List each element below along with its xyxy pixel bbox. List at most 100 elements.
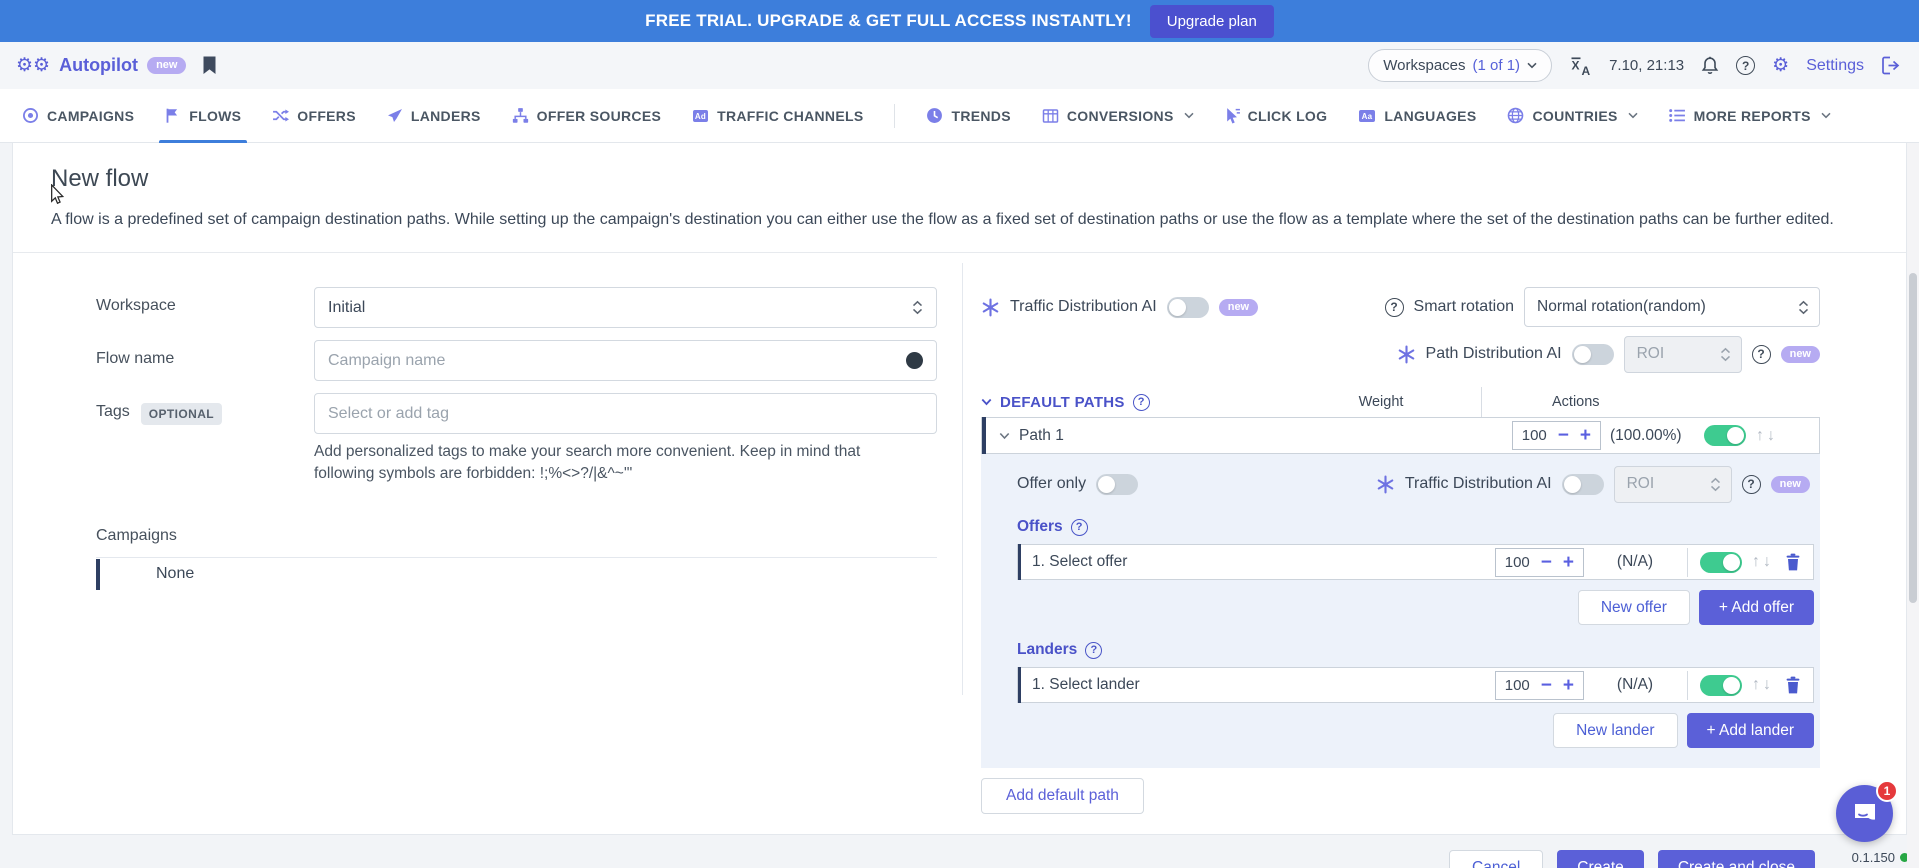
weight-plus-button[interactable]: + <box>1580 426 1591 445</box>
paths-pane: Traffic Distribution AI new ? Smart rota… <box>963 253 1906 834</box>
traffic-ai-help-icon[interactable]: ? <box>1742 475 1761 494</box>
path-traffic-ai-toggle[interactable] <box>1562 474 1604 495</box>
chevron-down-icon <box>1184 112 1194 119</box>
new-badge: new <box>147 57 186 74</box>
move-up-icon[interactable]: ↑ <box>1752 553 1760 571</box>
move-down-icon[interactable]: ↓ <box>1767 427 1775 445</box>
lander-enabled-toggle[interactable] <box>1700 675 1742 696</box>
offer-only-toggle[interactable] <box>1096 474 1138 495</box>
nav-countries[interactable]: COUNTRIES <box>1507 89 1637 142</box>
flows-icon <box>165 107 181 124</box>
offer-enabled-toggle[interactable] <box>1700 552 1742 573</box>
new-offer-button[interactable]: New offer <box>1578 590 1690 625</box>
main-nav: CAMPAIGNS FLOWS OFFERS LANDERS OFFER SOU… <box>0 89 1919 143</box>
delete-offer-icon[interactable] <box>1785 553 1801 571</box>
move-up-icon[interactable]: ↑ <box>1752 676 1760 694</box>
datetime-label: 7.10, 21:13 <box>1609 57 1684 74</box>
cancel-button[interactable]: Cancel <box>1449 850 1543 868</box>
chevron-down-icon <box>1527 62 1537 69</box>
nav-campaigns[interactable]: CAMPAIGNS <box>22 89 134 142</box>
path-distribution-ai-toggle[interactable] <box>1572 344 1614 365</box>
settings-link[interactable]: Settings <box>1806 57 1864 75</box>
flow-color-picker[interactable] <box>906 352 923 369</box>
nav-click-log[interactable]: CLICK LOG <box>1225 89 1328 142</box>
version-label: 0.1.150 <box>1852 850 1909 865</box>
traffic-distribution-ai-label: Traffic Distribution AI <box>1405 475 1552 493</box>
countries-icon <box>1507 107 1524 124</box>
settings-gear-icon[interactable]: ⚙ <box>1772 56 1789 75</box>
smart-rotation-value: Normal rotation(random) <box>1537 298 1706 316</box>
traffic-distribution-ai-toggle[interactable] <box>1167 297 1209 318</box>
path-roi-select[interactable]: ROI <box>1624 336 1742 373</box>
select-chevrons-icon <box>1710 477 1721 492</box>
delete-lander-icon[interactable] <box>1785 676 1801 694</box>
nav-traffic-channels[interactable]: Ad TRAFFIC CHANNELS <box>692 89 863 142</box>
nav-more-reports[interactable]: MORE REPORTS <box>1669 89 1831 142</box>
offers-icon <box>272 107 289 124</box>
tags-input[interactable]: Select or add tag <box>314 393 937 434</box>
new-badge: new <box>1781 346 1820 363</box>
help-icon[interactable]: ? <box>1736 56 1755 75</box>
bookmark-icon[interactable] <box>202 56 217 75</box>
nav-offer-sources[interactable]: OFFER SOURCES <box>512 89 661 142</box>
move-down-icon[interactable]: ↓ <box>1763 553 1771 571</box>
weight-plus-button[interactable]: + <box>1563 553 1574 572</box>
page-title: New flow <box>51 165 1872 193</box>
default-paths-help-icon[interactable]: ? <box>1133 394 1150 411</box>
vertical-scrollbar[interactable] <box>1907 143 1919 868</box>
lander-select-label[interactable]: 1. Select lander <box>1032 676 1140 694</box>
path-enabled-toggle[interactable] <box>1704 425 1746 446</box>
tags-label: Tags <box>96 403 130 421</box>
default-paths-header[interactable]: DEFAULT PATHS ? <box>981 394 1150 411</box>
offer-weight-control: 100 − + <box>1495 548 1584 577</box>
traffic-ai-roi-select[interactable]: ROI <box>1614 466 1732 503</box>
offer-weight-value[interactable]: 100 <box>1505 554 1530 571</box>
weight-minus-button[interactable]: − <box>1541 553 1552 572</box>
logout-icon[interactable] <box>1881 56 1901 75</box>
path-name[interactable]: Path 1 <box>1019 427 1064 445</box>
scrollbar-thumb[interactable] <box>1909 273 1917 603</box>
move-down-icon[interactable]: ↓ <box>1763 676 1771 694</box>
path-row: Path 1 100 − + (100.00%) ↑ ↓ <box>981 417 1820 454</box>
nav-flows[interactable]: FLOWS <box>165 89 241 142</box>
add-offer-button[interactable]: + Add offer <box>1699 590 1814 625</box>
path-collapse-chevron-icon[interactable] <box>999 432 1010 440</box>
add-lander-button[interactable]: + Add lander <box>1687 713 1814 748</box>
nav-landers[interactable]: LANDERS <box>387 89 481 142</box>
flow-name-input[interactable]: Campaign name <box>314 340 937 381</box>
nav-conversions[interactable]: CONVERSIONS <box>1042 89 1194 142</box>
ai-icon <box>1376 475 1395 494</box>
chat-widget-button[interactable]: 1 <box>1836 785 1893 842</box>
svg-text:Aa: Aa <box>1362 112 1373 121</box>
weight-minus-button[interactable]: − <box>1558 426 1569 445</box>
campaigns-none-row: None <box>96 557 937 590</box>
landers-help-icon[interactable]: ? <box>1085 642 1102 659</box>
weight-plus-button[interactable]: + <box>1563 676 1574 695</box>
workspace-label: Workspace <box>96 287 314 328</box>
upgrade-plan-button[interactable]: Upgrade plan <box>1150 5 1274 38</box>
add-default-path-button[interactable]: Add default path <box>981 778 1144 814</box>
create-and-close-button[interactable]: Create and close <box>1658 850 1815 868</box>
path-body: Offer only Traffic Distribution AI ROI ?… <box>981 454 1820 768</box>
nav-languages[interactable]: Aa LANGUAGES <box>1358 89 1476 142</box>
conversions-icon <box>1042 108 1059 124</box>
notifications-bell-icon[interactable] <box>1701 56 1719 76</box>
path-ai-help-icon[interactable]: ? <box>1752 345 1771 364</box>
path-weight-value[interactable]: 100 <box>1522 427 1547 444</box>
autopilot-brand[interactable]: ⚙⚙ Autopilot new <box>16 55 186 76</box>
create-button[interactable]: Create <box>1557 850 1644 868</box>
offer-select-label[interactable]: 1. Select offer <box>1032 553 1127 571</box>
translate-icon[interactable]: XA <box>1569 56 1592 76</box>
lander-weight-value[interactable]: 100 <box>1505 677 1530 694</box>
nav-offers[interactable]: OFFERS <box>272 89 356 142</box>
workspace-select[interactable]: Initial <box>314 287 937 328</box>
move-up-icon[interactable]: ↑ <box>1756 427 1764 445</box>
new-lander-button[interactable]: New lander <box>1553 713 1677 748</box>
nav-trends[interactable]: TRENDS <box>926 89 1010 142</box>
smart-rotation-help-icon[interactable]: ? <box>1385 298 1404 317</box>
tags-help-text: Add personalized tags to make your searc… <box>314 441 937 484</box>
workspaces-dropdown[interactable]: Workspaces (1 of 1) <box>1368 49 1552 82</box>
weight-minus-button[interactable]: − <box>1541 676 1552 695</box>
offers-help-icon[interactable]: ? <box>1071 519 1088 536</box>
smart-rotation-select[interactable]: Normal rotation(random) <box>1524 287 1820 327</box>
